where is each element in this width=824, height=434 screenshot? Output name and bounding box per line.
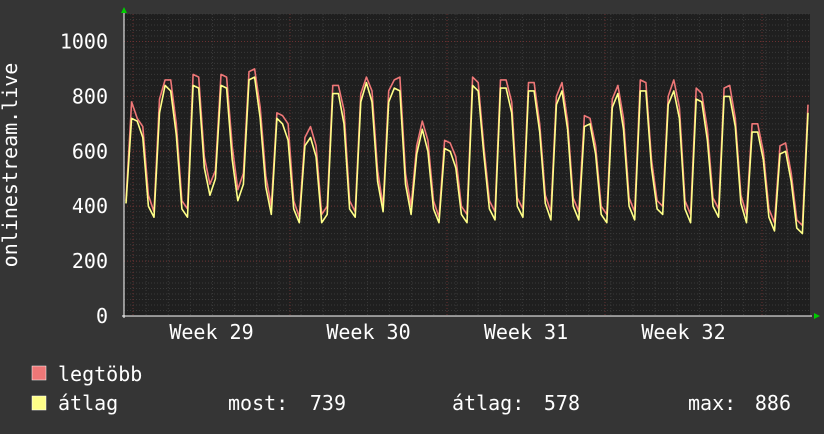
x-tick-label: Week 32 xyxy=(641,320,725,344)
chart-svg: 02004006008001000 Week 29 Week 30 Week 31 W… xyxy=(0,7,820,415)
legend-swatch-max xyxy=(31,365,47,381)
stat-avg-value: 578 xyxy=(544,391,580,415)
stat-max-label: max: xyxy=(688,391,736,415)
x-axis-arrow xyxy=(814,313,820,319)
y-tick-label: 800 xyxy=(72,84,108,108)
y-tick-labels: 0 200 400 600 800 1000 xyxy=(60,29,108,328)
chart-root: 0 200 400 600 800 1000 Week 29 Week 30 Week 31 W… xyxy=(0,0,824,430)
y-tick-label: 200 xyxy=(72,249,108,273)
legend-label-avg: átlag xyxy=(58,391,118,415)
x-tick-label: Week 29 xyxy=(169,320,253,344)
x-tick-label: Week 31 xyxy=(484,320,568,344)
legend-label-max: legtöbb xyxy=(58,362,142,386)
stat-max-value: 886 xyxy=(755,391,791,415)
stat-avg-label: átlag: xyxy=(452,391,524,415)
y-tick-label: 1000 xyxy=(60,29,108,53)
y-tick-label: 400 xyxy=(72,194,108,218)
x-tick-label: Week 30 xyxy=(326,320,410,344)
y-tick-label: 600 xyxy=(72,139,108,163)
y-axis-arrow xyxy=(121,7,127,13)
plot-background xyxy=(124,14,810,316)
legend-swatch-avg xyxy=(31,395,47,411)
y-axis-label: onlinestream.live xyxy=(0,63,22,268)
stat-most-value: 739 xyxy=(310,391,346,415)
stat-most-label: most: xyxy=(228,391,288,415)
y-tick-label: 0 xyxy=(96,304,108,328)
x-tick-labels: Week 29 Week 30 Week 31 Week 32 xyxy=(169,320,725,344)
